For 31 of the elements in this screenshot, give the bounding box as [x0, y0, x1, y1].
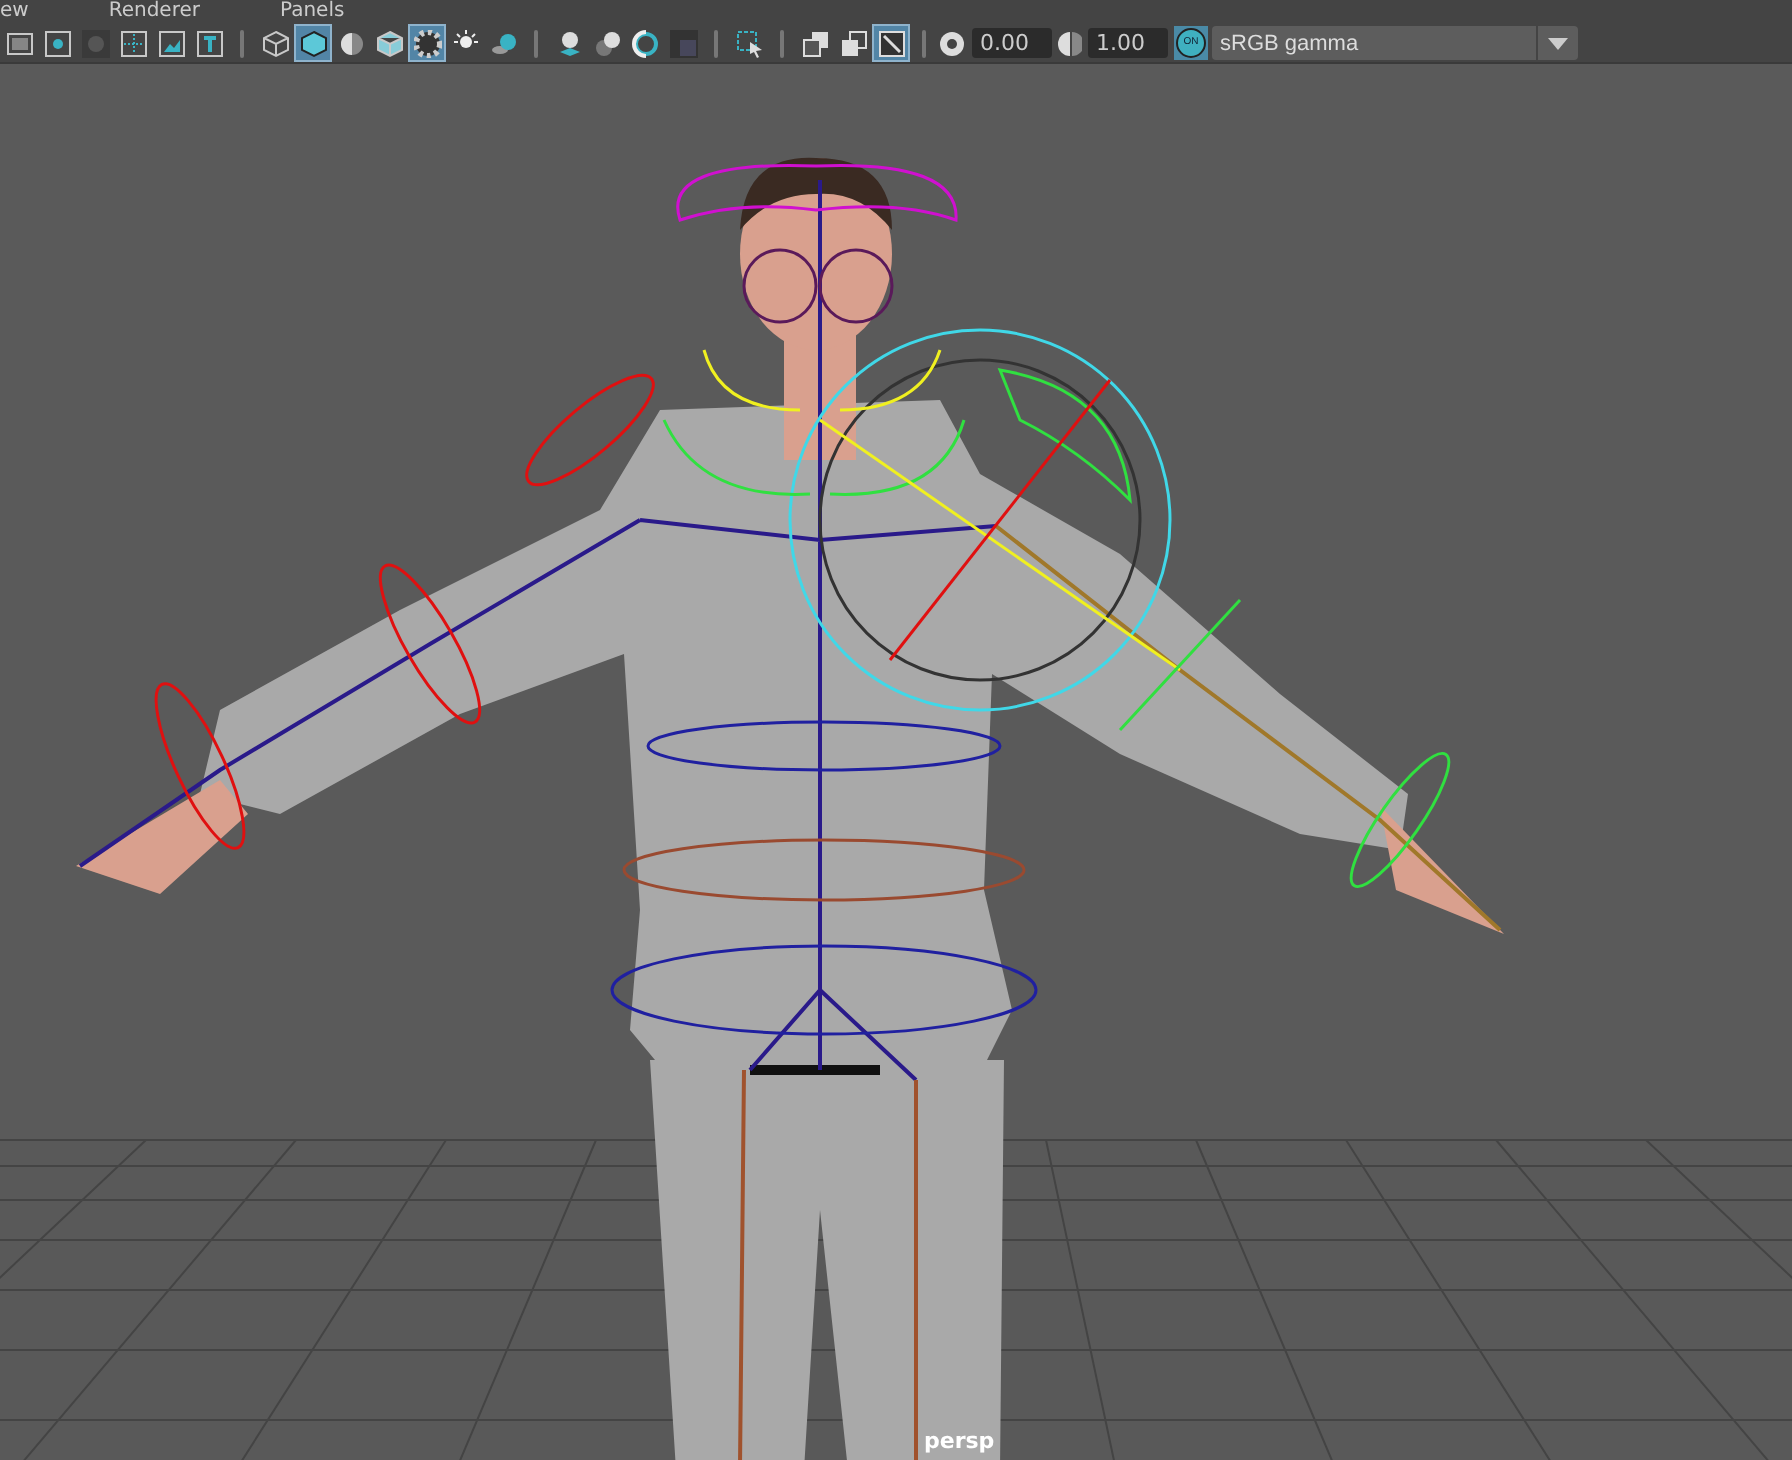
dot-icon	[81, 29, 109, 57]
ring-icon	[631, 29, 659, 57]
toolbar-button[interactable]	[872, 24, 910, 62]
overlapping-squares-icon	[839, 29, 867, 57]
aperture-icon	[938, 29, 966, 57]
spheres-icon	[593, 29, 621, 57]
menu-item[interactable]: Panels	[280, 0, 345, 24]
half-sphere-icon	[337, 29, 365, 57]
grid-icon	[119, 29, 147, 57]
toolbar-button[interactable]	[294, 24, 332, 62]
shadow-sphere-icon	[555, 29, 583, 57]
square-icon	[669, 29, 697, 57]
view-transform-dropdown[interactable]: sRGB gamma	[1212, 26, 1578, 60]
caret-icon	[1548, 37, 1568, 49]
wireframe-cube-icon	[261, 29, 289, 57]
toolbar-button[interactable]	[408, 24, 446, 62]
overlapping-squares-icon	[801, 29, 829, 57]
text-icon	[195, 29, 223, 57]
image-icon	[157, 29, 185, 57]
gamma-field[interactable]: 1.00	[1088, 28, 1168, 58]
shaded-cube-icon	[299, 29, 327, 57]
toolbar-button[interactable]	[626, 24, 664, 62]
menu-item[interactable]: Renderer	[108, 0, 200, 24]
menu-item[interactable]: ew	[0, 0, 29, 24]
textured-cube-icon	[375, 29, 403, 57]
select-icon	[735, 29, 763, 57]
half-circle-icon	[1058, 29, 1082, 57]
camera-label: persp	[924, 1428, 995, 1454]
film-icon	[5, 29, 33, 57]
exposure-field[interactable]: 0.00	[972, 28, 1052, 58]
sphere-icon	[489, 29, 517, 57]
